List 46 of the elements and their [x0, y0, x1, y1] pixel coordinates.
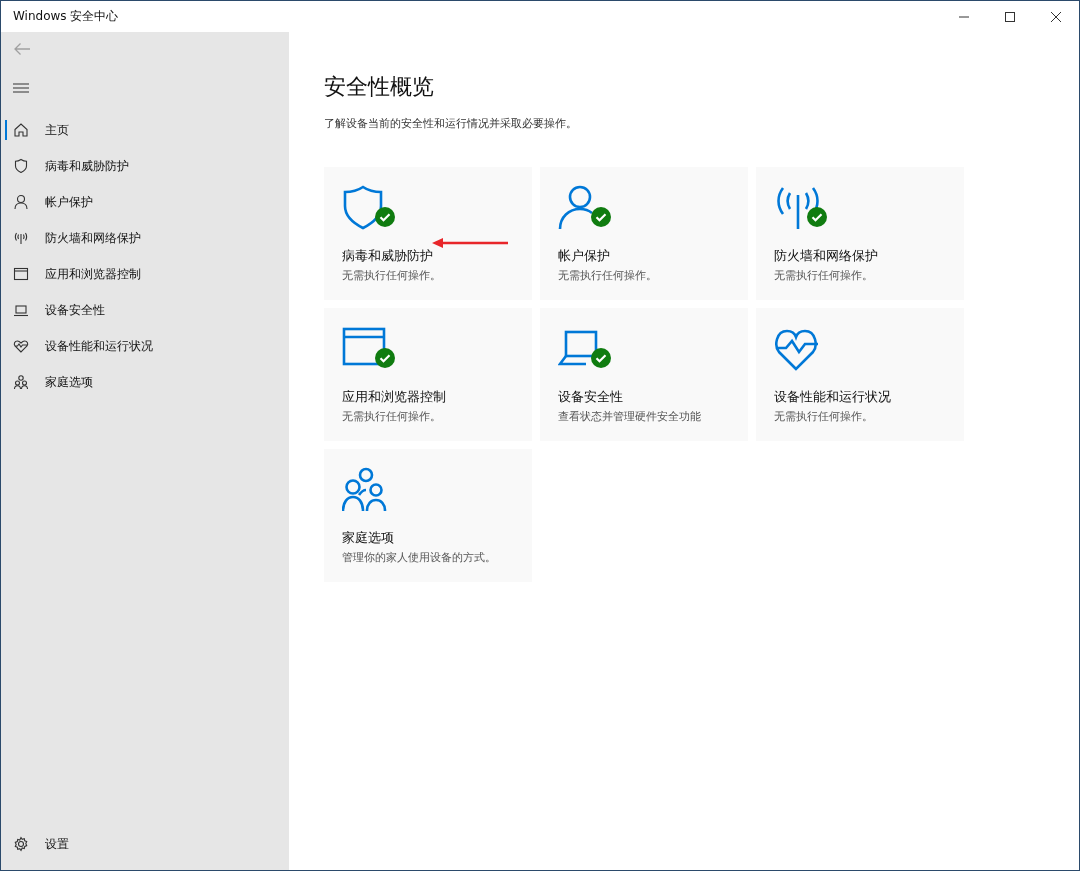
card-status: 无需执行任何操作。: [342, 409, 442, 424]
card-title: 病毒和威胁防护: [342, 247, 434, 265]
status-card[interactable]: 防火墙和网络保护 无需执行任何操作。: [756, 167, 964, 300]
card-title: 帐户保护: [558, 247, 611, 265]
page-title: 安全性概览: [324, 73, 435, 101]
status-card[interactable]: 病毒和威胁防护 无需执行任何操作。: [324, 167, 532, 300]
card-title: 设备性能和运行状况: [774, 388, 892, 406]
status-card[interactable]: 设备安全性 查看状态并管理硬件安全功能: [540, 308, 748, 441]
back-arrow-icon[interactable]: [13, 42, 31, 56]
antenna-icon: [13, 230, 29, 246]
sidebar-item[interactable]: 帐户保护: [1, 184, 289, 220]
card-title: 家庭选项: [342, 529, 395, 547]
person-icon: [13, 194, 29, 210]
card-status: 无需执行任何操作。: [774, 409, 874, 424]
settings-icon: [13, 836, 29, 852]
window-icon: [13, 266, 29, 282]
status-card[interactable]: 帐户保护 无需执行任何操作。: [540, 167, 748, 300]
card-title: 设备安全性: [558, 388, 624, 406]
sidebar-item[interactable]: 防火墙和网络保护: [1, 220, 289, 256]
laptop-icon: [13, 302, 29, 318]
card-status: 无需执行任何操作。: [342, 268, 442, 283]
sidebar-item[interactable]: 设备安全性: [1, 292, 289, 328]
sidebar-item[interactable]: 病毒和威胁防护: [1, 148, 289, 184]
sidebar-item[interactable]: 应用和浏览器控制: [1, 256, 289, 292]
card-status: 无需执行任何操作。: [774, 268, 874, 283]
maximize-icon: [1004, 10, 1016, 23]
status-card[interactable]: 设备性能和运行状况 无需执行任何操作。: [756, 308, 964, 441]
menu-icon[interactable]: [13, 82, 29, 94]
home-icon: [13, 122, 29, 138]
card-title: 应用和浏览器控制: [342, 388, 447, 406]
sidebar-item[interactable]: 设备性能和运行状况: [1, 328, 289, 364]
close-icon: [1050, 10, 1062, 23]
page-subtitle: 了解设备当前的安全性和运行情况并采取必要操作。: [324, 116, 578, 131]
people-icon: [13, 374, 29, 390]
status-card[interactable]: 应用和浏览器控制 无需执行任何操作。: [324, 308, 532, 441]
card-status: 无需执行任何操作。: [558, 268, 658, 283]
sidebar-item[interactable]: 家庭选项: [1, 364, 289, 400]
status-card[interactable]: 家庭选项 管理你的家人使用设备的方式。: [324, 449, 532, 582]
settings-item[interactable]: 设置: [1, 826, 289, 862]
heart-icon: [13, 338, 29, 354]
sidebar-item[interactable]: 主页: [1, 112, 289, 148]
card-status: 管理你的家人使用设备的方式。: [342, 550, 497, 565]
card-status: 查看状态并管理硬件安全功能: [558, 409, 702, 424]
shield-icon: [13, 158, 29, 174]
card-title: 防火墙和网络保护: [774, 247, 879, 265]
window-title: Windows 安全中心: [12, 8, 119, 25]
